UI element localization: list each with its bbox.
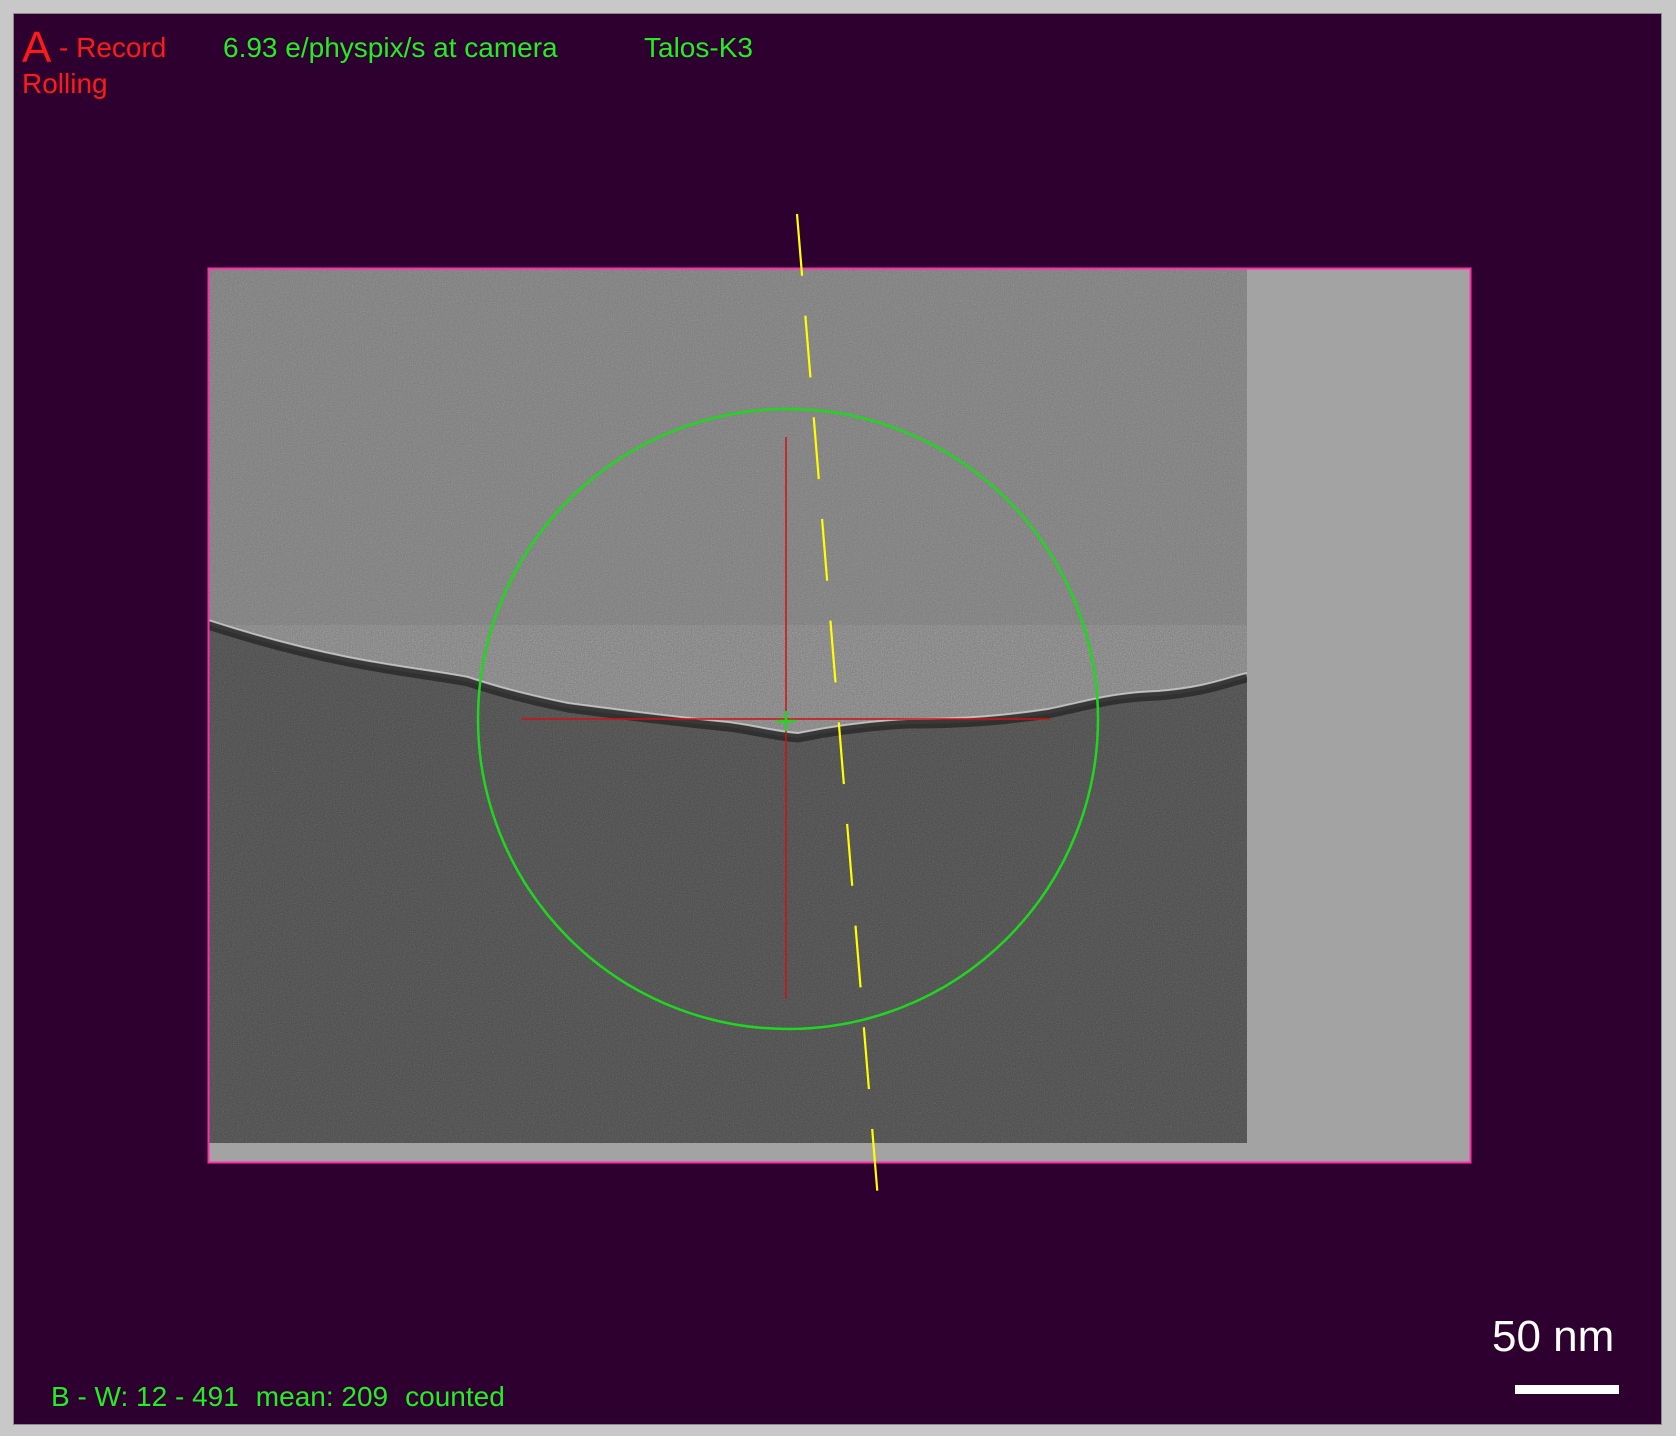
scale-bar-label: 50 nm bbox=[1492, 1312, 1615, 1361]
acquired-image bbox=[207, 267, 1472, 1164]
camera-name: Talos-K3 bbox=[644, 32, 753, 63]
image-viewport[interactable]: A - Record Rolling 6.93 e/physpix/s at c… bbox=[13, 13, 1662, 1425]
counting-mode: counted bbox=[405, 1381, 505, 1412]
parameter-set-label: - Record bbox=[59, 32, 167, 63]
image-window: A - Record Rolling 6.93 e/physpix/s at c… bbox=[0, 0, 1676, 1436]
mean-value: mean: 209 bbox=[255, 1381, 389, 1412]
scale-bar bbox=[1515, 1385, 1619, 1394]
micrograph bbox=[208, 268, 1247, 1143]
image-overlay bbox=[207, 213, 1472, 1225]
acquisition-mode-label: Rolling bbox=[22, 68, 108, 99]
image-stats: B - W: 12 - 491 mean: 209 counted bbox=[51, 1381, 505, 1413]
parameter-set-letter: A bbox=[22, 23, 52, 72]
black-white-levels: B - W: 12 - 491 bbox=[51, 1381, 239, 1412]
dose-rate-readout: 6.93 e/physpix/s at camera bbox=[223, 32, 558, 63]
